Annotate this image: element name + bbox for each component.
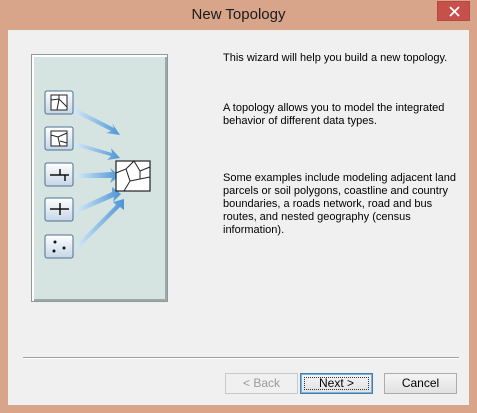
- separator: [23, 357, 459, 359]
- cancel-button[interactable]: Cancel: [384, 373, 457, 394]
- cancel-button-label: Cancel: [401, 376, 440, 390]
- wizard-illustration: [31, 54, 168, 302]
- topology-illustration: [44, 90, 151, 259]
- wizard-body: This wizard will help you build a new to…: [8, 30, 469, 405]
- wizard-window: New Topology This wizard will help you b…: [0, 0, 477, 413]
- next-button[interactable]: Next >: [300, 373, 373, 394]
- close-button[interactable]: [437, 1, 470, 21]
- topology-icon: [115, 160, 151, 192]
- back-button-label: < Back: [242, 376, 281, 390]
- line-icon: [44, 162, 74, 187]
- points-icon: [44, 234, 74, 259]
- close-icon: [449, 6, 460, 17]
- line-icon: [44, 197, 74, 222]
- topology-definition-text: A topology allows you to model the integ…: [223, 102, 445, 127]
- polygon-icon: [44, 126, 74, 151]
- window-title: New Topology: [191, 6, 286, 23]
- next-button-label: Next >: [318, 376, 354, 390]
- polygon-icon: [44, 90, 74, 115]
- examples-text: Some examples include modeling adjacent …: [223, 172, 456, 236]
- back-button[interactable]: < Back: [225, 373, 298, 394]
- intro-text: This wizard will help you build a new to…: [223, 52, 448, 64]
- title-bar[interactable]: New Topology: [0, 0, 477, 30]
